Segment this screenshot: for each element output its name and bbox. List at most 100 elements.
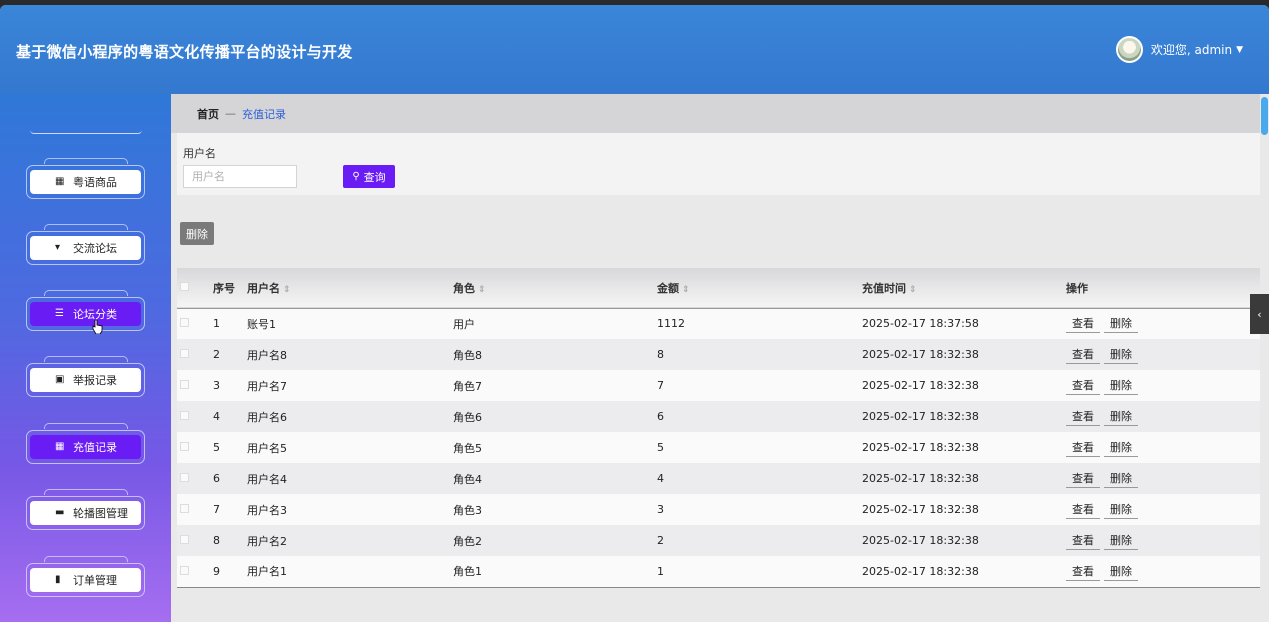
bar-chart-icon: ▮ [55,574,61,585]
view-button[interactable]: 查看 [1066,438,1100,457]
header-username[interactable]: 用户名 ⇕ [247,268,453,308]
table-row[interactable]: 9 用户名1 角色1 1 2025-02-17 18:32:38 查看 删除 [177,556,1265,587]
view-button[interactable]: 查看 [1066,531,1100,550]
row-checkbox[interactable] [180,473,189,482]
caret-down-icon[interactable]: ▼ [1236,45,1243,55]
row-checkbox[interactable] [180,380,189,389]
breadcrumb-home[interactable]: 首页 [197,106,219,122]
collapse-panel-tab[interactable]: ‹ [1250,294,1269,334]
search-label: 用户名 [183,147,216,160]
cell-amount: 1 [657,564,664,578]
grid-icon: ▦ [55,441,65,452]
delete-button[interactable]: 删除 [1104,345,1138,364]
cell-time: 2025-02-17 18:32:38 [862,348,979,361]
table-row[interactable]: 7 用户名3 角色3 3 2025-02-17 18:32:38 查看 删除 [177,494,1265,525]
view-button[interactable]: 查看 [1066,407,1100,426]
search-button[interactable]: ⚲ 查询 [343,165,395,188]
view-button[interactable]: 查看 [1066,469,1100,488]
header-time[interactable]: 充值时间 ⇕ [862,268,1066,308]
view-button[interactable]: 查看 [1066,314,1100,334]
cell-index: 2 [213,348,220,361]
scrollbar-thumb[interactable] [1261,97,1268,135]
header-index: 序号 [213,281,235,295]
table-row[interactable]: 6 用户名4 角色4 4 2025-02-17 18:32:38 查看 删除 [177,463,1265,494]
delete-button[interactable]: 删除 [1104,314,1138,334]
table-row[interactable]: 1 账号1 用户 1112 2025-02-17 18:37:58 查看 删除 [177,308,1265,339]
cell-role: 角色3 [453,503,482,517]
welcome-text: 欢迎您, admin [1150,43,1233,57]
clipboard-icon: ▣ [55,374,65,385]
sort-icon[interactable]: ⇕ [682,285,690,295]
cell-username: 用户名6 [247,410,287,424]
table-row[interactable]: 3 用户名7 角色7 7 2025-02-17 18:32:38 查看 删除 [177,370,1265,401]
header-role[interactable]: 角色 ⇕ [453,268,657,308]
row-checkbox[interactable] [180,535,189,544]
breadcrumb-current: 充值记录 [242,107,286,121]
delete-button[interactable]: 删除 [1104,376,1138,395]
sort-icon[interactable]: ⇕ [909,285,917,295]
cell-amount: 4 [657,472,664,485]
sidebar-item-forum-category[interactable]: ☰ 论坛分类 [26,290,145,331]
table-row[interactable]: 4 用户名6 角色6 6 2025-02-17 18:32:38 查看 删除 [177,401,1265,432]
delete-button[interactable]: 删除 [1104,531,1138,550]
cell-amount: 3 [657,503,664,516]
records-table: 序号 用户名 ⇕ 角色 ⇕ 金额 ⇕ 充值时间 ⇕ 操作 1 账号1 用户 1112 2025-… [177,268,1265,588]
view-button[interactable]: 查看 [1066,500,1100,519]
row-checkbox[interactable] [180,442,189,451]
delete-button[interactable]: 删除 [1104,438,1138,457]
chevron-left-icon: ‹ [1257,307,1262,321]
cell-ops: 查看 删除 [1066,494,1265,525]
delete-button[interactable]: 删除 [1104,500,1138,519]
row-checkbox[interactable] [180,349,189,358]
table-row[interactable]: 8 用户名2 角色2 2 2025-02-17 18:32:38 查看 删除 [177,525,1265,556]
delete-button[interactable]: 删除 [1104,469,1138,488]
sidebar-item-carousel[interactable]: ▬ 轮播图管理 [26,489,145,530]
sort-icon[interactable]: ⇕ [283,285,291,295]
view-button[interactable]: 查看 [1066,376,1100,395]
row-checkbox[interactable] [180,504,189,513]
sidebar-item-label: 粤语商品 [73,176,117,189]
header-amount[interactable]: 金额 ⇕ [657,268,862,308]
view-button[interactable]: 查看 [1066,562,1100,581]
cell-role: 角色2 [453,534,482,548]
sidebar-decoration [30,130,142,134]
avatar[interactable] [1115,36,1143,63]
cell-role: 角色7 [453,379,482,393]
sidebar-item-reports[interactable]: ▣ 举报记录 [26,356,145,397]
grid-icon: ▦ [55,176,65,187]
cell-role: 角色6 [453,410,482,424]
table-row[interactable]: 5 用户名5 角色5 5 2025-02-17 18:32:38 查看 删除 [177,432,1265,463]
comment-icon: ▾ [55,242,61,253]
delete-button[interactable]: 删除 [1104,562,1138,581]
cell-index: 6 [213,472,220,485]
batch-delete-button[interactable]: 删除 [180,222,214,245]
cell-ops: 查看 删除 [1066,556,1265,587]
sidebar-item-recharge[interactable]: ▦ 充值记录 [26,423,145,464]
breadcrumb: 首页 — 充值记录 [171,94,1261,133]
table-row[interactable]: 2 用户名8 角色8 8 2025-02-17 18:32:38 查看 删除 [177,339,1265,370]
app-title: 基于微信小程序的粤语文化传播平台的设计与开发 [16,43,353,61]
main-content: 首页 — 充值记录 用户名 ⚲ 查询 删除 序号 用户名⇕ 角色⇕ [171,94,1269,622]
cell-time: 2025-02-17 18:32:38 [862,472,979,485]
sidebar-item-orders[interactable]: ▮ 订单管理 [26,556,145,597]
search-input[interactable] [183,165,297,188]
cell-time: 2025-02-17 18:32:38 [862,441,979,454]
table-header-row: 序号 用户名 ⇕ 角色 ⇕ 金额 ⇕ 充值时间 ⇕ 操作 [177,268,1265,308]
sort-icon[interactable]: ⇕ [478,285,486,295]
view-button[interactable]: 查看 [1066,345,1100,364]
cell-amount: 2 [657,534,664,547]
app-window: 基于微信小程序的粤语文化传播平台的设计与开发 欢迎您, admin ▼ ▦ 粤语… [0,5,1269,622]
cell-ops: 查看 删除 [1066,339,1265,370]
sidebar-item-cantonese-goods[interactable]: ▦ 粤语商品 [26,158,145,199]
sidebar-item-forum[interactable]: ▾ 交流论坛 [26,224,145,265]
user-menu[interactable]: 欢迎您, admin ▼ [1115,36,1243,63]
cell-index: 5 [213,441,220,454]
cell-index: 3 [213,379,220,392]
row-checkbox[interactable] [180,318,189,328]
row-checkbox[interactable] [180,411,189,420]
delete-button[interactable]: 删除 [1104,407,1138,426]
top-header: 基于微信小程序的粤语文化传播平台的设计与开发 欢迎您, admin ▼ [0,5,1269,94]
select-all-checkbox[interactable] [180,282,189,292]
row-checkbox[interactable] [180,565,189,575]
scrollbar-track[interactable] [1260,94,1269,622]
